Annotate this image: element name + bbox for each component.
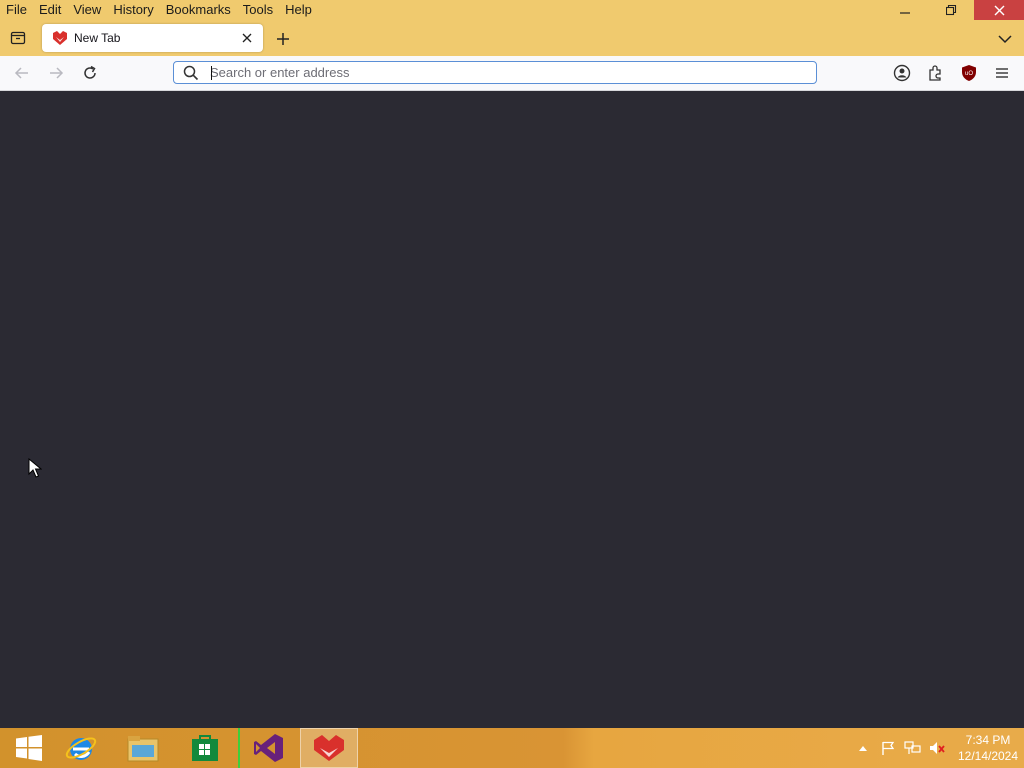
taskbar-file-explorer[interactable] bbox=[114, 728, 172, 768]
chevron-up-icon bbox=[859, 746, 867, 751]
store-icon bbox=[192, 735, 218, 761]
menu-history[interactable]: History bbox=[107, 0, 159, 20]
network-button[interactable] bbox=[902, 737, 924, 759]
clock-date: 12/14/2024 bbox=[957, 749, 1019, 763]
hamburger-menu-icon bbox=[996, 68, 1008, 78]
text-caret bbox=[211, 66, 212, 80]
menu-help[interactable]: Help bbox=[279, 0, 318, 20]
taskbar-visual-studio[interactable] bbox=[238, 728, 298, 768]
svg-text:uO: uO bbox=[965, 71, 973, 77]
menu-edit[interactable]: Edit bbox=[33, 0, 67, 20]
puzzle-icon bbox=[929, 65, 941, 81]
network-icon bbox=[904, 741, 921, 754]
chevron-down-icon bbox=[998, 35, 1012, 44]
url-input[interactable] bbox=[210, 65, 770, 80]
menu-bar: File Edit View History Bookmarks Tools H… bbox=[0, 0, 318, 20]
speaker-muted-icon bbox=[930, 742, 945, 754]
show-hidden-icons-button[interactable] bbox=[852, 737, 874, 759]
menu-tools[interactable]: Tools bbox=[237, 0, 279, 20]
taskbar-store[interactable] bbox=[176, 728, 234, 768]
tab-close-button[interactable] bbox=[237, 28, 257, 48]
reload-icon bbox=[84, 65, 96, 79]
browser-logo-icon bbox=[314, 735, 344, 761]
visual-studio-icon bbox=[254, 734, 283, 762]
taskbar-internet-explorer[interactable] bbox=[52, 728, 110, 768]
minimize-icon bbox=[900, 12, 910, 14]
address-bar[interactable] bbox=[173, 61, 817, 84]
forward-button[interactable] bbox=[44, 61, 68, 85]
action-center-button[interactable] bbox=[877, 737, 899, 759]
flag-icon bbox=[882, 741, 895, 755]
search-icon bbox=[183, 65, 199, 80]
extensions-button[interactable] bbox=[924, 61, 948, 85]
restore-icon bbox=[945, 4, 956, 15]
browser-logo-icon bbox=[53, 31, 67, 45]
close-icon bbox=[242, 33, 252, 43]
windows-logo-icon bbox=[16, 735, 42, 761]
start-button[interactable] bbox=[0, 728, 58, 768]
reload-button[interactable] bbox=[78, 61, 102, 85]
folder-icon bbox=[127, 736, 159, 762]
firefox-view-button[interactable] bbox=[6, 26, 30, 50]
taskbar: 7:34 PM 12/14/2024 bbox=[0, 728, 1024, 768]
arrow-right-icon bbox=[50, 67, 64, 79]
browser-titlebar: File Edit View History Bookmarks Tools H… bbox=[0, 0, 1024, 56]
taskbar-browser[interactable] bbox=[300, 728, 358, 768]
close-window-button[interactable] bbox=[974, 0, 1024, 20]
back-button[interactable] bbox=[10, 61, 34, 85]
volume-button[interactable] bbox=[927, 737, 949, 759]
window-controls bbox=[882, 0, 1024, 20]
account-button[interactable] bbox=[890, 61, 914, 85]
menu-file[interactable]: File bbox=[0, 0, 33, 20]
tab-new-tab[interactable]: New Tab bbox=[42, 24, 263, 52]
restore-button[interactable] bbox=[928, 0, 974, 20]
plus-icon bbox=[277, 33, 289, 45]
arrow-left-icon bbox=[14, 67, 28, 79]
account-icon bbox=[893, 64, 911, 82]
system-tray: 7:34 PM 12/14/2024 bbox=[852, 728, 1024, 768]
tab-list-icon bbox=[10, 31, 26, 45]
close-icon bbox=[994, 5, 1004, 15]
taskbar-clock[interactable]: 7:34 PM 12/14/2024 bbox=[952, 732, 1024, 764]
clock-time: 7:34 PM bbox=[965, 733, 1011, 747]
page-content[interactable] bbox=[0, 91, 1024, 728]
minimize-button[interactable] bbox=[882, 0, 928, 20]
tab-strip: New Tab bbox=[0, 22, 1024, 54]
new-tab-button[interactable] bbox=[272, 28, 294, 50]
navigation-toolbar: uO bbox=[0, 56, 1024, 91]
ublock-origin-button[interactable]: uO bbox=[957, 61, 981, 85]
list-all-tabs-button[interactable] bbox=[994, 28, 1016, 50]
shield-icon: uO bbox=[962, 65, 976, 81]
menu-view[interactable]: View bbox=[67, 0, 107, 20]
mouse-cursor-icon bbox=[28, 458, 42, 478]
menu-bookmarks[interactable]: Bookmarks bbox=[160, 0, 237, 20]
tab-title: New Tab bbox=[74, 31, 121, 45]
internet-explorer-icon bbox=[65, 737, 97, 760]
app-menu-button[interactable] bbox=[990, 61, 1014, 85]
